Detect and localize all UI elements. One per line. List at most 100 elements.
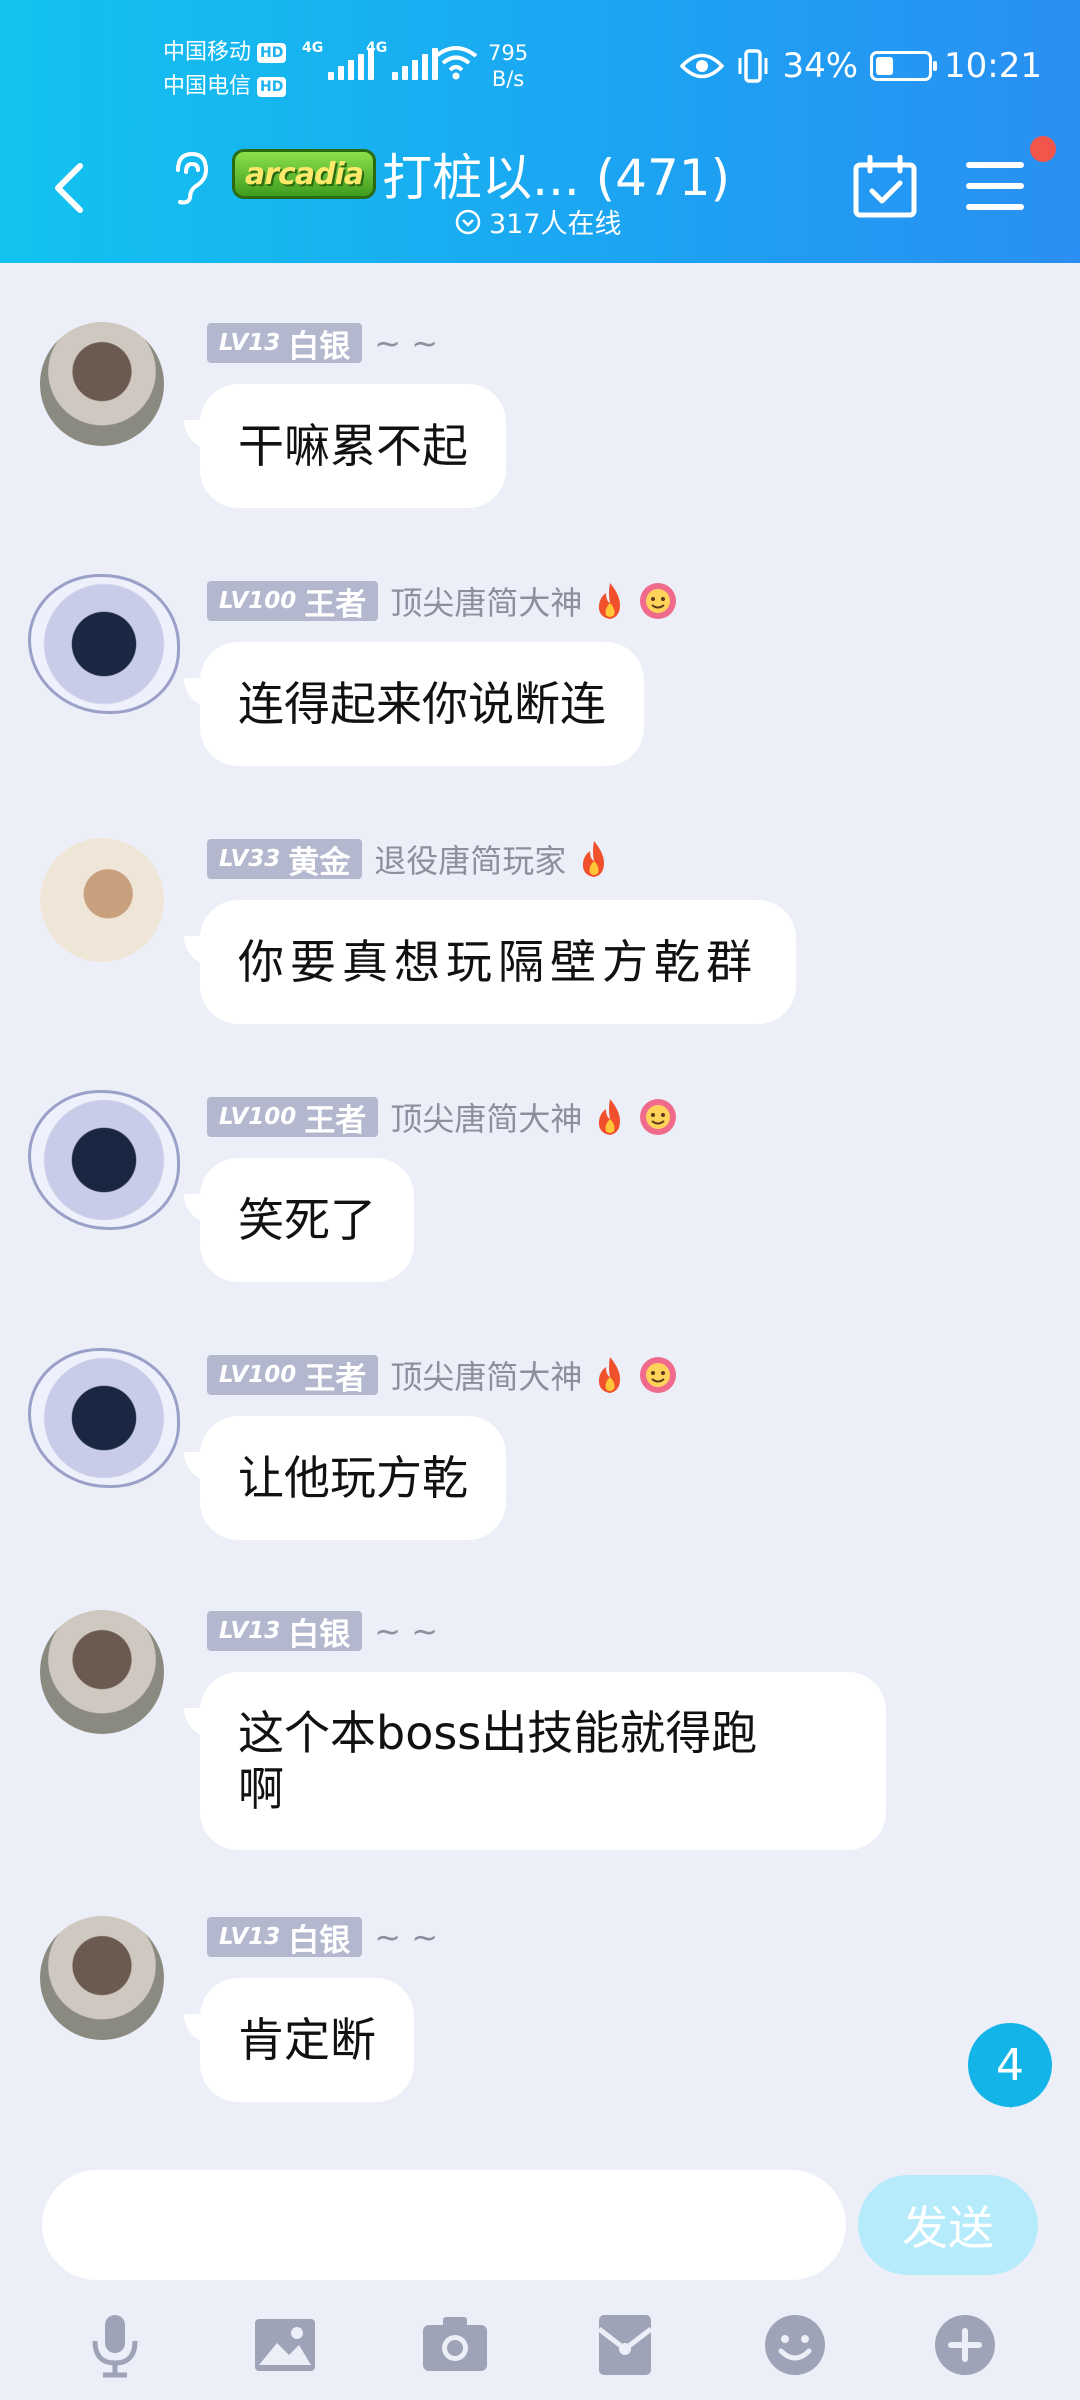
- message-input-row: 发送: [0, 2140, 1080, 2280]
- signal-icon: 4G: [366, 40, 438, 80]
- message-text: 干嘛累不起: [238, 419, 468, 473]
- rank-text: 白银: [288, 328, 351, 365]
- red-packet-icon[interactable]: [589, 2309, 661, 2381]
- sender-meta: LV100 王者 顶尖唐简大神: [207, 1094, 678, 1140]
- carrier-1: 中国移动: [163, 40, 252, 65]
- message-bubble[interactable]: 连得起来你说断连: [200, 642, 644, 766]
- level-badge: LV13 白银: [207, 1611, 363, 1653]
- sender-meta: LV13 白银 ~ ~: [207, 1916, 438, 1959]
- fire-icon: [599, 1357, 621, 1393]
- rank-text: 白银: [288, 1922, 351, 1959]
- network-speed: 795 B/s: [488, 40, 528, 92]
- speed-unit: B/s: [491, 67, 525, 91]
- level-text: LV13: [219, 1618, 281, 1644]
- shark-avatar[interactable]: [28, 1348, 180, 1488]
- flower-icon: [640, 1357, 677, 1393]
- level-text: LV13: [219, 1924, 281, 1950]
- fire-icon: [599, 1099, 621, 1135]
- emoji-icon[interactable]: [759, 2309, 831, 2381]
- eye-icon: [680, 53, 725, 79]
- plus-icon[interactable]: [929, 2309, 1001, 2381]
- message-text: 这个本boss出技能就得跑: [238, 1706, 758, 1760]
- network-type: 4G: [366, 40, 388, 56]
- group-title: 打桩以... (471): [382, 149, 731, 207]
- online-text: 317人在线: [489, 209, 622, 240]
- wifi-icon: [434, 46, 478, 80]
- microphone-icon[interactable]: [79, 2309, 151, 2381]
- hd-badge: HD: [257, 77, 287, 97]
- message-bubble[interactable]: 让他玩方乾: [200, 1416, 506, 1540]
- sender-nickname[interactable]: ~ ~: [374, 1612, 438, 1650]
- message-bubble[interactable]: 这个本boss出技能就得跑 啊: [200, 1672, 886, 1850]
- sender-nickname[interactable]: 顶尖唐简大神: [390, 578, 582, 624]
- message-text: 笑死了: [238, 1193, 376, 1247]
- back-button[interactable]: [46, 158, 96, 218]
- girl-avatar[interactable]: [40, 322, 164, 446]
- group-title-area[interactable]: arcadia 打桩以... (471): [232, 138, 730, 210]
- level-badge: LV13 白银: [207, 1917, 363, 1959]
- menu-button[interactable]: [966, 162, 1024, 210]
- level-text: LV100: [219, 1104, 297, 1130]
- level-badge: LV100 王者: [207, 581, 379, 623]
- sender-nickname[interactable]: 顶尖唐简大神: [390, 1094, 582, 1140]
- camera-icon[interactable]: [419, 2309, 491, 2381]
- carrier-info: 中国移动 HD 中国电信 HD: [163, 36, 287, 104]
- sender-meta: LV100 王者 顶尖唐简大神: [207, 1352, 678, 1398]
- notification-dot: [1030, 136, 1056, 162]
- message-bubble[interactable]: 笑死了: [200, 1158, 414, 1282]
- chat-header: 中国移动 HD 中国电信 HD 4G 4G 795 B/s 34% 10:21 …: [0, 0, 1080, 263]
- rank-text: 黄金: [288, 844, 351, 881]
- battery-icon: [870, 51, 938, 81]
- send-button[interactable]: 发送: [858, 2175, 1038, 2275]
- input-toolbar: [0, 2290, 1080, 2400]
- battery-percent: 34%: [782, 46, 859, 86]
- sender-meta: LV33 黄金 退役唐简玩家: [207, 836, 614, 882]
- system-indicators: 34% 10:21: [680, 46, 1042, 86]
- message-text: 肯定断: [238, 2013, 376, 2067]
- girl-avatar[interactable]: [40, 1610, 164, 1734]
- level-text: LV100: [219, 588, 297, 614]
- shark-avatar[interactable]: [28, 1090, 180, 1230]
- rank-text: 白银: [288, 1616, 351, 1653]
- status-bar: 中国移动 HD 中国电信 HD 4G 4G 795 B/s 34% 10:21: [0, 0, 1080, 130]
- message-text: 你要真想玩隔壁方乾群: [238, 935, 758, 989]
- unread-count-badge[interactable]: 4: [968, 2023, 1052, 2108]
- signal-icon: 4G: [302, 40, 374, 80]
- carrier-2: 中国电信: [163, 74, 252, 99]
- online-count[interactable]: 317人在线: [455, 202, 622, 241]
- vibrate-icon: [738, 49, 768, 83]
- girl-avatar[interactable]: [40, 1916, 164, 2040]
- message-text: 让他玩方乾: [238, 1451, 468, 1505]
- image-icon[interactable]: [249, 2309, 321, 2381]
- group-logo: arcadia: [232, 149, 377, 199]
- rank-text: 王者: [304, 586, 367, 623]
- message-bubble[interactable]: 干嘛累不起: [200, 384, 506, 508]
- fire-icon: [583, 841, 605, 877]
- clock: 10:21: [944, 46, 1042, 86]
- level-text: LV33: [219, 846, 281, 872]
- chevron-down-icon: [455, 209, 481, 234]
- fire-icon: [599, 583, 621, 619]
- rank-text: 王者: [304, 1102, 367, 1139]
- message-bubble[interactable]: 你要真想玩隔壁方乾群: [200, 900, 796, 1024]
- sender-nickname[interactable]: 退役唐简玩家: [374, 836, 566, 882]
- flower-icon: [640, 1099, 677, 1135]
- level-badge: LV100 王者: [207, 1097, 379, 1139]
- message-input[interactable]: [42, 2170, 846, 2280]
- sender-nickname[interactable]: ~ ~: [374, 324, 438, 362]
- level-badge: LV33 黄金: [207, 839, 363, 881]
- ear-icon[interactable]: [168, 150, 212, 206]
- shark-avatar[interactable]: [28, 574, 180, 714]
- network-type: 4G: [302, 40, 324, 56]
- calendar-check-button[interactable]: [852, 155, 918, 219]
- level-text: LV13: [219, 330, 281, 356]
- message-bubble[interactable]: 肯定断: [200, 1978, 414, 2102]
- lady-avatar[interactable]: [40, 838, 164, 962]
- sender-nickname[interactable]: ~ ~: [374, 1918, 438, 1956]
- rank-text: 王者: [304, 1360, 367, 1397]
- message-text: 连得起来你说断连: [238, 677, 606, 731]
- sender-nickname[interactable]: 顶尖唐简大神: [390, 1352, 582, 1398]
- sender-meta: LV13 白银 ~ ~: [207, 1610, 438, 1653]
- flower-icon: [640, 583, 677, 619]
- sender-meta: LV13 白银 ~ ~: [207, 322, 438, 365]
